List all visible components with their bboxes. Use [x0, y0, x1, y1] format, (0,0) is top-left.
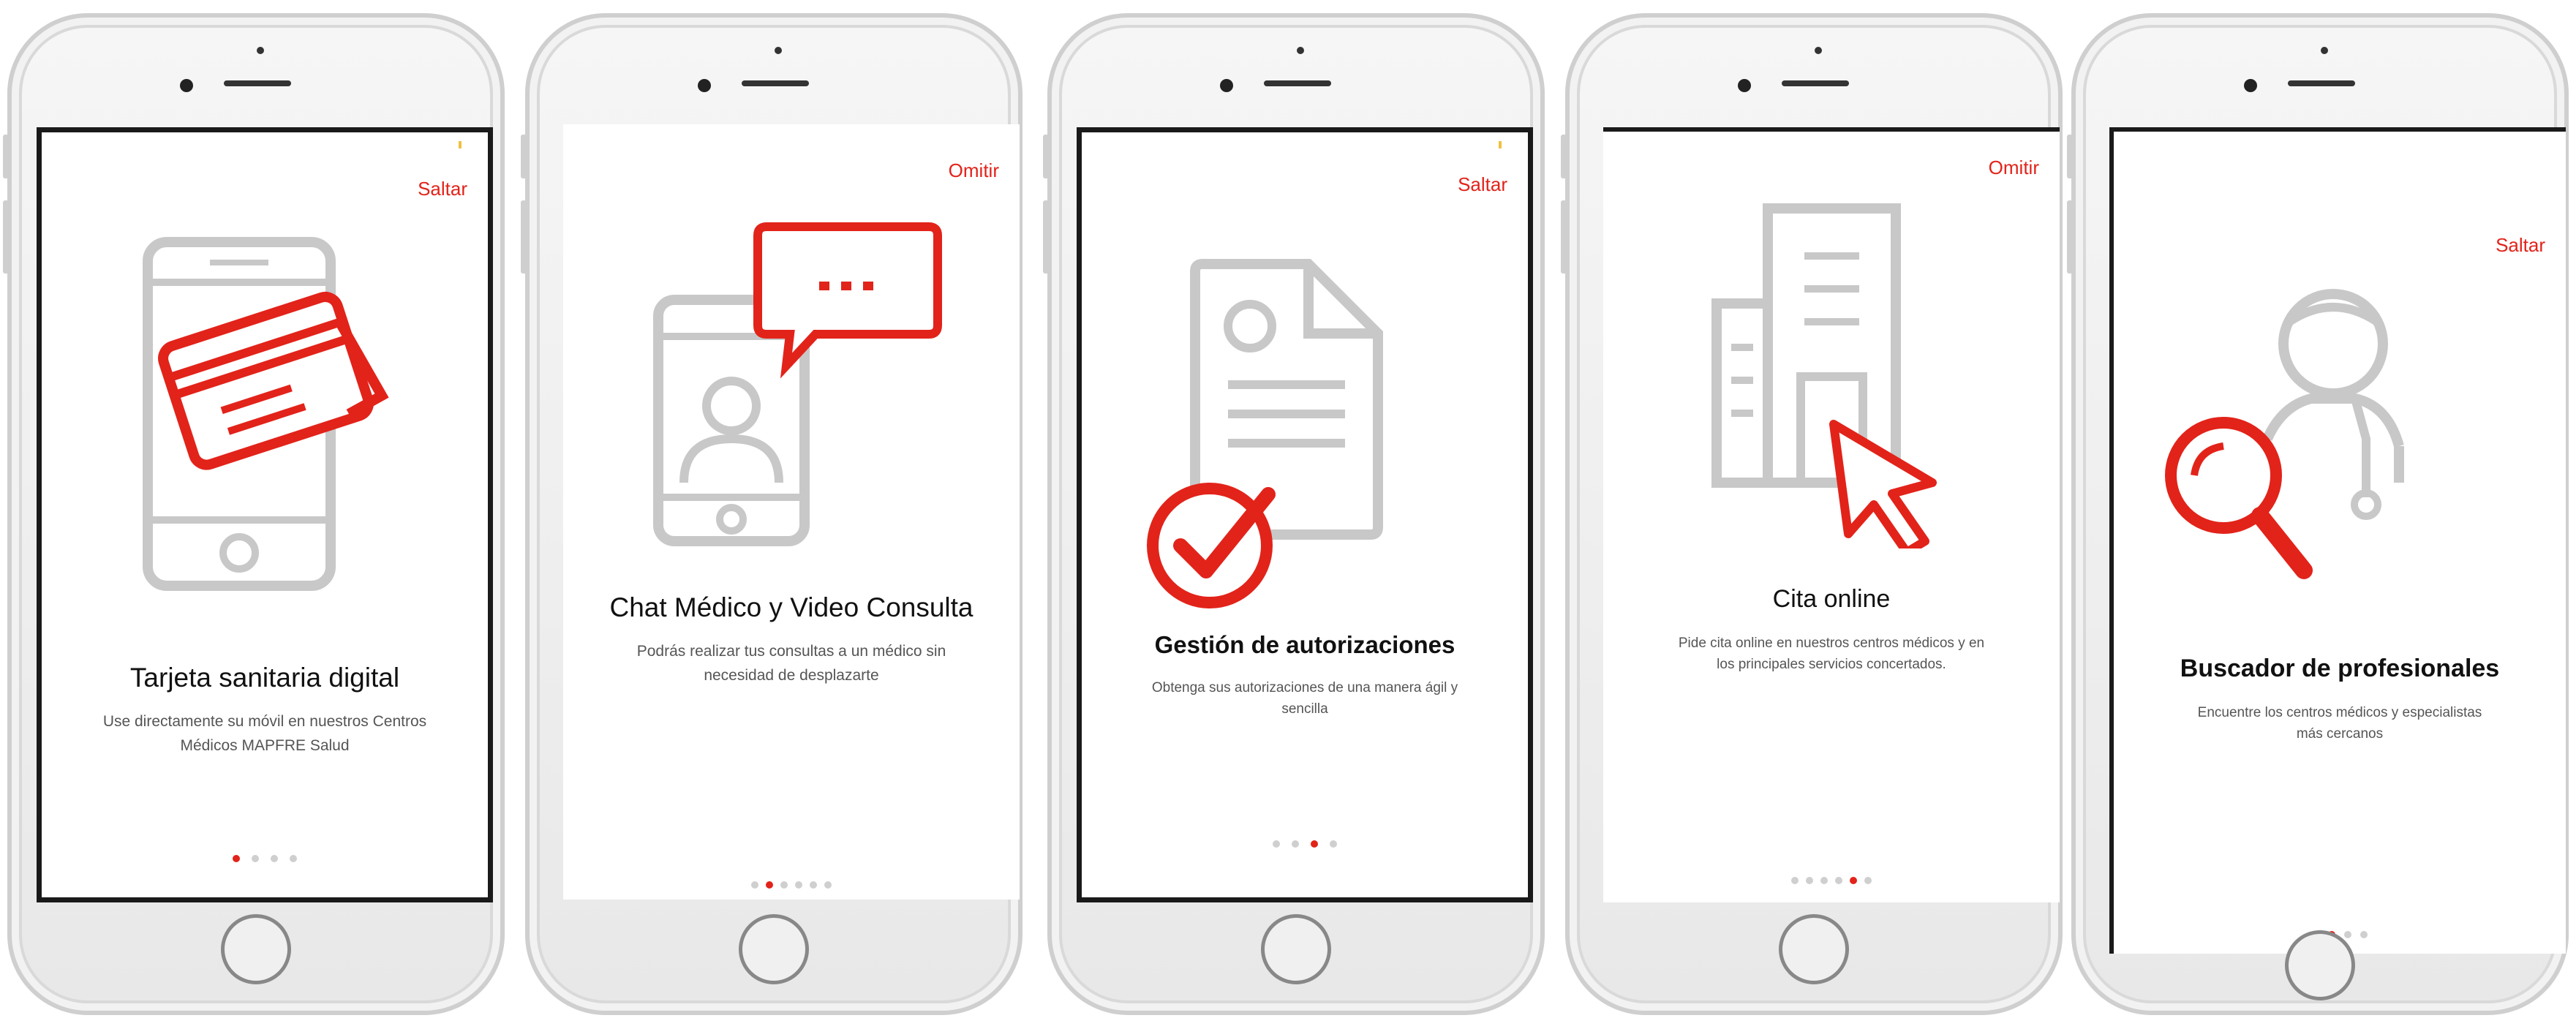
page-dot[interactable]: [1835, 877, 1842, 884]
phone-frame-4: Omitir Cita online Pide cita online en n…: [1561, 13, 2063, 1015]
doctor-search-icon: [2165, 289, 2404, 579]
onboarding-screen-4: Omitir Cita online Pide cita online en n…: [1603, 127, 2060, 902]
page-indicator[interactable]: [42, 853, 488, 866]
page-dot[interactable]: [290, 855, 297, 862]
screen-description: Podrás realizar tus consultas a un médic…: [636, 643, 946, 684]
page-dot[interactable]: [1791, 877, 1799, 884]
front-camera: [698, 79, 711, 92]
sensor-dot: [775, 47, 782, 54]
page-dot[interactable]: [1330, 840, 1337, 848]
page-dot[interactable]: [271, 855, 278, 862]
front-camera: [180, 79, 193, 92]
page-dot[interactable]: [751, 881, 758, 889]
earpiece-speaker: [1264, 80, 1331, 86]
earpiece-speaker: [224, 80, 291, 86]
screen-title: Chat Médico y Video Consulta: [609, 592, 973, 622]
page-indicator[interactable]: [1082, 838, 1528, 851]
screen-title: Gestión de autorizaciones: [1154, 631, 1455, 658]
page-dot[interactable]: [1850, 877, 1857, 884]
document-check-icon: [1147, 259, 1383, 608]
page-dot[interactable]: [824, 881, 832, 889]
sensor-dot: [1297, 47, 1304, 54]
page-dot[interactable]: [1311, 840, 1318, 848]
page-dot[interactable]: [1864, 877, 1872, 884]
page-dot[interactable]: [252, 855, 259, 862]
phone-chat-icon: [653, 222, 942, 546]
phone-card-icon: [143, 237, 389, 591]
page-dot[interactable]: [780, 881, 788, 889]
page-dot[interactable]: [766, 881, 773, 889]
skip-button[interactable]: Saltar: [418, 178, 467, 200]
phone-frame-5: Saltar Buscador de profesionales Encuent…: [2067, 13, 2569, 1015]
home-button[interactable]: [2285, 930, 2355, 1000]
phone-frame-3: Saltar Gestión de autorizaciones Obtenga…: [1043, 13, 1545, 1015]
skip-button[interactable]: Saltar: [1458, 173, 1507, 196]
page-dot[interactable]: [1820, 877, 1828, 884]
earpiece-speaker: [742, 80, 809, 86]
page-dot[interactable]: [2344, 931, 2351, 938]
page-indicator[interactable]: [1603, 875, 2060, 888]
page-dot[interactable]: [2360, 931, 2368, 938]
phone-frame-2: Omitir Chat Médico y Video Consulta Podr…: [521, 13, 1023, 1015]
skip-button[interactable]: Omitir: [949, 159, 999, 182]
screen-title: Tarjeta sanitaria digital: [129, 663, 400, 693]
sensor-dot: [2321, 47, 2328, 54]
page-dot[interactable]: [1806, 877, 1813, 884]
page-indicator[interactable]: [563, 879, 1020, 892]
front-camera: [2244, 79, 2257, 92]
page-dot[interactable]: [1273, 840, 1280, 848]
earpiece-speaker: [1782, 80, 1849, 86]
screen-description: Obtenga sus autorizaciones de una manera…: [1151, 680, 1458, 717]
earpiece-speaker: [2288, 80, 2355, 86]
onboarding-screen-5: Saltar Buscador de profesionales Encuent…: [2109, 127, 2566, 954]
home-button[interactable]: [221, 914, 291, 984]
screen-description: Encuentre los centros médicos y especial…: [2197, 705, 2482, 742]
skip-button[interactable]: Saltar: [2496, 234, 2545, 257]
onboarding-screen-3: Saltar Gestión de autorizaciones Obtenga…: [1077, 127, 1533, 902]
phone-frame-1: Saltar Tarjeta sanitaria digital Use dir…: [3, 13, 505, 1015]
home-button[interactable]: [1261, 914, 1331, 984]
screen-description: Use directamente su móvil en nuestros Ce…: [102, 713, 427, 754]
front-camera: [1220, 79, 1233, 92]
front-camera: [1738, 79, 1751, 92]
home-button[interactable]: [739, 914, 809, 984]
skip-button[interactable]: Omitir: [1989, 157, 2039, 179]
building-cursor-icon: [1711, 203, 1937, 548]
sensor-dot: [257, 47, 264, 54]
page-dot[interactable]: [795, 881, 802, 889]
onboarding-screen-2: Omitir Chat Médico y Video Consulta Podr…: [563, 124, 1020, 900]
page-dot[interactable]: [233, 855, 240, 862]
page-dot[interactable]: [810, 881, 817, 889]
screen-title: Cita online: [1772, 585, 1891, 613]
screen-title: Buscador de profesionales: [2180, 655, 2500, 682]
page-dot[interactable]: [1292, 840, 1299, 848]
sensor-dot: [1815, 47, 1822, 54]
onboarding-screen-1: Saltar Tarjeta sanitaria digital Use dir…: [37, 127, 493, 902]
screen-description: Pide cita online en nuestros centros méd…: [1678, 636, 1985, 673]
home-button[interactable]: [1779, 914, 1849, 984]
